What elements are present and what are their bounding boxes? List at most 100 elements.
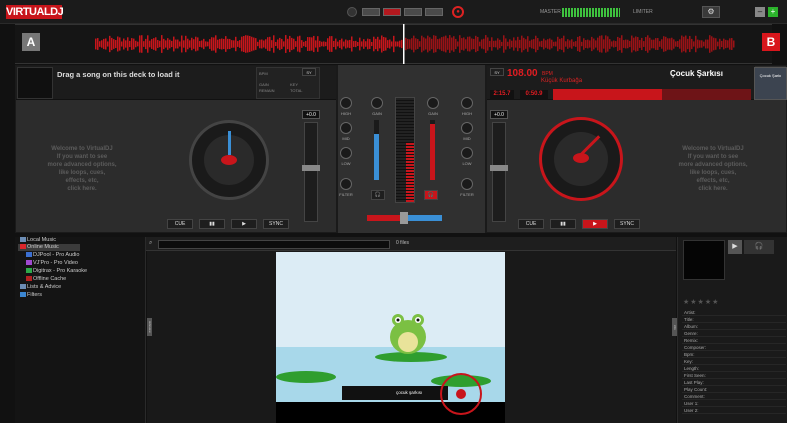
deck-b-sync-small-button[interactable]: SY bbox=[490, 68, 504, 76]
gear-icon[interactable]: ⚙ bbox=[702, 6, 720, 18]
meta-field: First Seen: bbox=[682, 372, 786, 379]
deck-a-mid-knob[interactable] bbox=[340, 122, 352, 134]
deck-a-low-knob[interactable] bbox=[340, 147, 352, 159]
deck-b-remaining-time: 0:50.9 bbox=[520, 90, 548, 99]
deck-a-sync-small-button[interactable]: SY bbox=[302, 68, 316, 76]
deck-a-bpm-label: BPM bbox=[259, 71, 268, 76]
deck-a-pause-button[interactable]: ▮▮ bbox=[199, 219, 225, 229]
deck-b-mid-knob[interactable] bbox=[461, 122, 473, 134]
deck-b-play-button[interactable]: ▶ bbox=[582, 219, 608, 229]
limiter-label: LIMITER bbox=[633, 9, 653, 15]
deck-a-key-label: KEY bbox=[290, 82, 299, 87]
deck-a-headphone-icon[interactable]: 🎧 bbox=[371, 190, 385, 200]
tree-item-label: Online Music bbox=[27, 244, 59, 250]
tree-item-label: Filters bbox=[27, 292, 42, 298]
deck-a-jogwheel[interactable] bbox=[189, 120, 269, 200]
meta-field: Title: bbox=[682, 316, 786, 323]
tree-item-djpool[interactable]: DJPool - Pro Audio bbox=[26, 252, 79, 258]
deck-a-label[interactable]: A bbox=[22, 33, 40, 51]
deck-b-sync-button[interactable]: SYNC bbox=[614, 219, 640, 229]
master-label: MASTER bbox=[540, 9, 561, 15]
deck-a-play-button[interactable]: ▶ bbox=[231, 219, 257, 229]
deck-a-sync-button[interactable]: SYNC bbox=[263, 219, 289, 229]
meta-field: Remix: bbox=[682, 337, 786, 344]
deck-a-pitch-value: +0.0 bbox=[302, 110, 320, 119]
deck-a-mid-label: MID bbox=[342, 136, 350, 141]
deck-b-waveform[interactable] bbox=[553, 89, 751, 100]
deck-a-pitch-slider[interactable] bbox=[302, 122, 320, 222]
deck-b-volume-track[interactable] bbox=[430, 120, 435, 180]
deck-b-welcome[interactable]: Welcome to VirtualDJ If you want to see … bbox=[658, 145, 768, 193]
deck-b-cue-button[interactable]: CUE bbox=[518, 219, 544, 229]
meta-field: Composer: bbox=[682, 344, 786, 351]
tree-item-offline-cache[interactable]: Offline Cache bbox=[26, 276, 66, 282]
tree-item-label: Local Music bbox=[27, 237, 57, 243]
deck-a-gain-label: GAIN bbox=[259, 82, 269, 87]
deck-b-high-knob[interactable] bbox=[461, 97, 473, 109]
layout-button-3[interactable] bbox=[404, 8, 422, 16]
deck-a-low-label: LOW bbox=[341, 161, 351, 166]
tree-item-filters[interactable]: Filters bbox=[20, 292, 42, 298]
video-preview bbox=[276, 252, 505, 423]
record-dot-icon[interactable] bbox=[347, 7, 357, 17]
meta-field: Comment: bbox=[682, 393, 786, 400]
layout-button-1[interactable] bbox=[362, 8, 380, 16]
welcome-line: If you want to see bbox=[687, 154, 739, 160]
tree-item-lists-advice[interactable]: Lists & Advice bbox=[20, 284, 61, 290]
video-icon bbox=[26, 260, 32, 266]
deck-a-jog-marker bbox=[228, 131, 231, 155]
meta-field: Artist: bbox=[682, 309, 786, 316]
meta-field: Length: bbox=[682, 365, 786, 372]
deck-a-high-knob[interactable] bbox=[340, 97, 352, 109]
deck-b-bpm-unit: BPM bbox=[542, 71, 553, 77]
meta-field: Genre: bbox=[682, 330, 786, 337]
deck-a-gain-knob[interactable] bbox=[371, 97, 383, 109]
layout-button-4[interactable] bbox=[425, 8, 443, 16]
deck-a-filter-knob[interactable] bbox=[340, 178, 352, 190]
deck-b-label[interactable]: B bbox=[762, 33, 780, 51]
rating-stars[interactable]: ★★★★★ bbox=[683, 298, 719, 306]
deck-b-jog-center bbox=[573, 153, 589, 163]
deck-a-cue-button[interactable]: CUE bbox=[167, 219, 193, 229]
record-icon[interactable]: ● bbox=[452, 6, 464, 18]
welcome-line: click here. bbox=[698, 186, 728, 192]
deck-b-filter-knob[interactable] bbox=[461, 178, 473, 190]
deck-b-side-button[interactable]: Çocuk Şarkı bbox=[754, 67, 787, 100]
deck-a-welcome[interactable]: Welcome to VirtualDJ If you want to see … bbox=[27, 145, 137, 193]
maximize-button[interactable]: + bbox=[768, 7, 778, 17]
deck-a-volume-track[interactable] bbox=[374, 120, 379, 180]
tree-item-label: Offline Cache bbox=[33, 276, 67, 282]
headphone-icon[interactable]: 🎧 bbox=[744, 240, 774, 254]
preview-play-button[interactable]: ▶ bbox=[728, 240, 742, 254]
search-icon[interactable]: ⌕ bbox=[149, 240, 152, 247]
cache-icon bbox=[26, 276, 32, 282]
crossfader[interactable] bbox=[367, 212, 442, 224]
layout-button-2[interactable] bbox=[383, 8, 401, 16]
minimize-button[interactable]: – bbox=[755, 7, 765, 17]
master-level-meter bbox=[562, 8, 620, 17]
welcome-line: effects, etc, bbox=[696, 178, 730, 184]
tree-item-digitrax[interactable]: Digitrax - Pro Karaoke bbox=[26, 268, 87, 274]
welcome-line: like loops, cues, bbox=[58, 170, 106, 176]
tree-item-vjpro[interactable]: VJ'Pro - Pro Video bbox=[26, 260, 78, 266]
deck-a-remain-label: REMAIN bbox=[259, 88, 275, 93]
sideview-tab[interactable]: sideview bbox=[147, 318, 152, 336]
deck-b-gain-knob[interactable] bbox=[427, 97, 439, 109]
deck-b-high-label: HIGH bbox=[462, 111, 472, 116]
deck-b-jogwheel[interactable] bbox=[539, 117, 623, 201]
deck-b-headphone-icon[interactable]: 🎧 bbox=[424, 190, 438, 200]
meta-field: User 2: bbox=[682, 407, 786, 414]
info-cover bbox=[683, 240, 725, 280]
deck-b-pitch-slider[interactable] bbox=[490, 122, 508, 222]
deck-a-filter-label: FILTER bbox=[339, 192, 353, 197]
virtualdj-logo: VIRTUALDJ bbox=[6, 5, 64, 19]
deck-b-pause-button[interactable]: ▮▮ bbox=[550, 219, 576, 229]
online-icon bbox=[20, 244, 26, 250]
deck-b-gain-knob-label: GAIN bbox=[428, 111, 438, 116]
tree-item-online-music[interactable]: Online Music bbox=[20, 244, 59, 250]
files-count: 0 files bbox=[396, 240, 410, 246]
search-input[interactable] bbox=[158, 240, 390, 249]
tree-item-local-music[interactable]: Local Music bbox=[20, 237, 56, 243]
deck-b-low-knob[interactable] bbox=[461, 147, 473, 159]
meta-field: User 1: bbox=[682, 400, 786, 407]
